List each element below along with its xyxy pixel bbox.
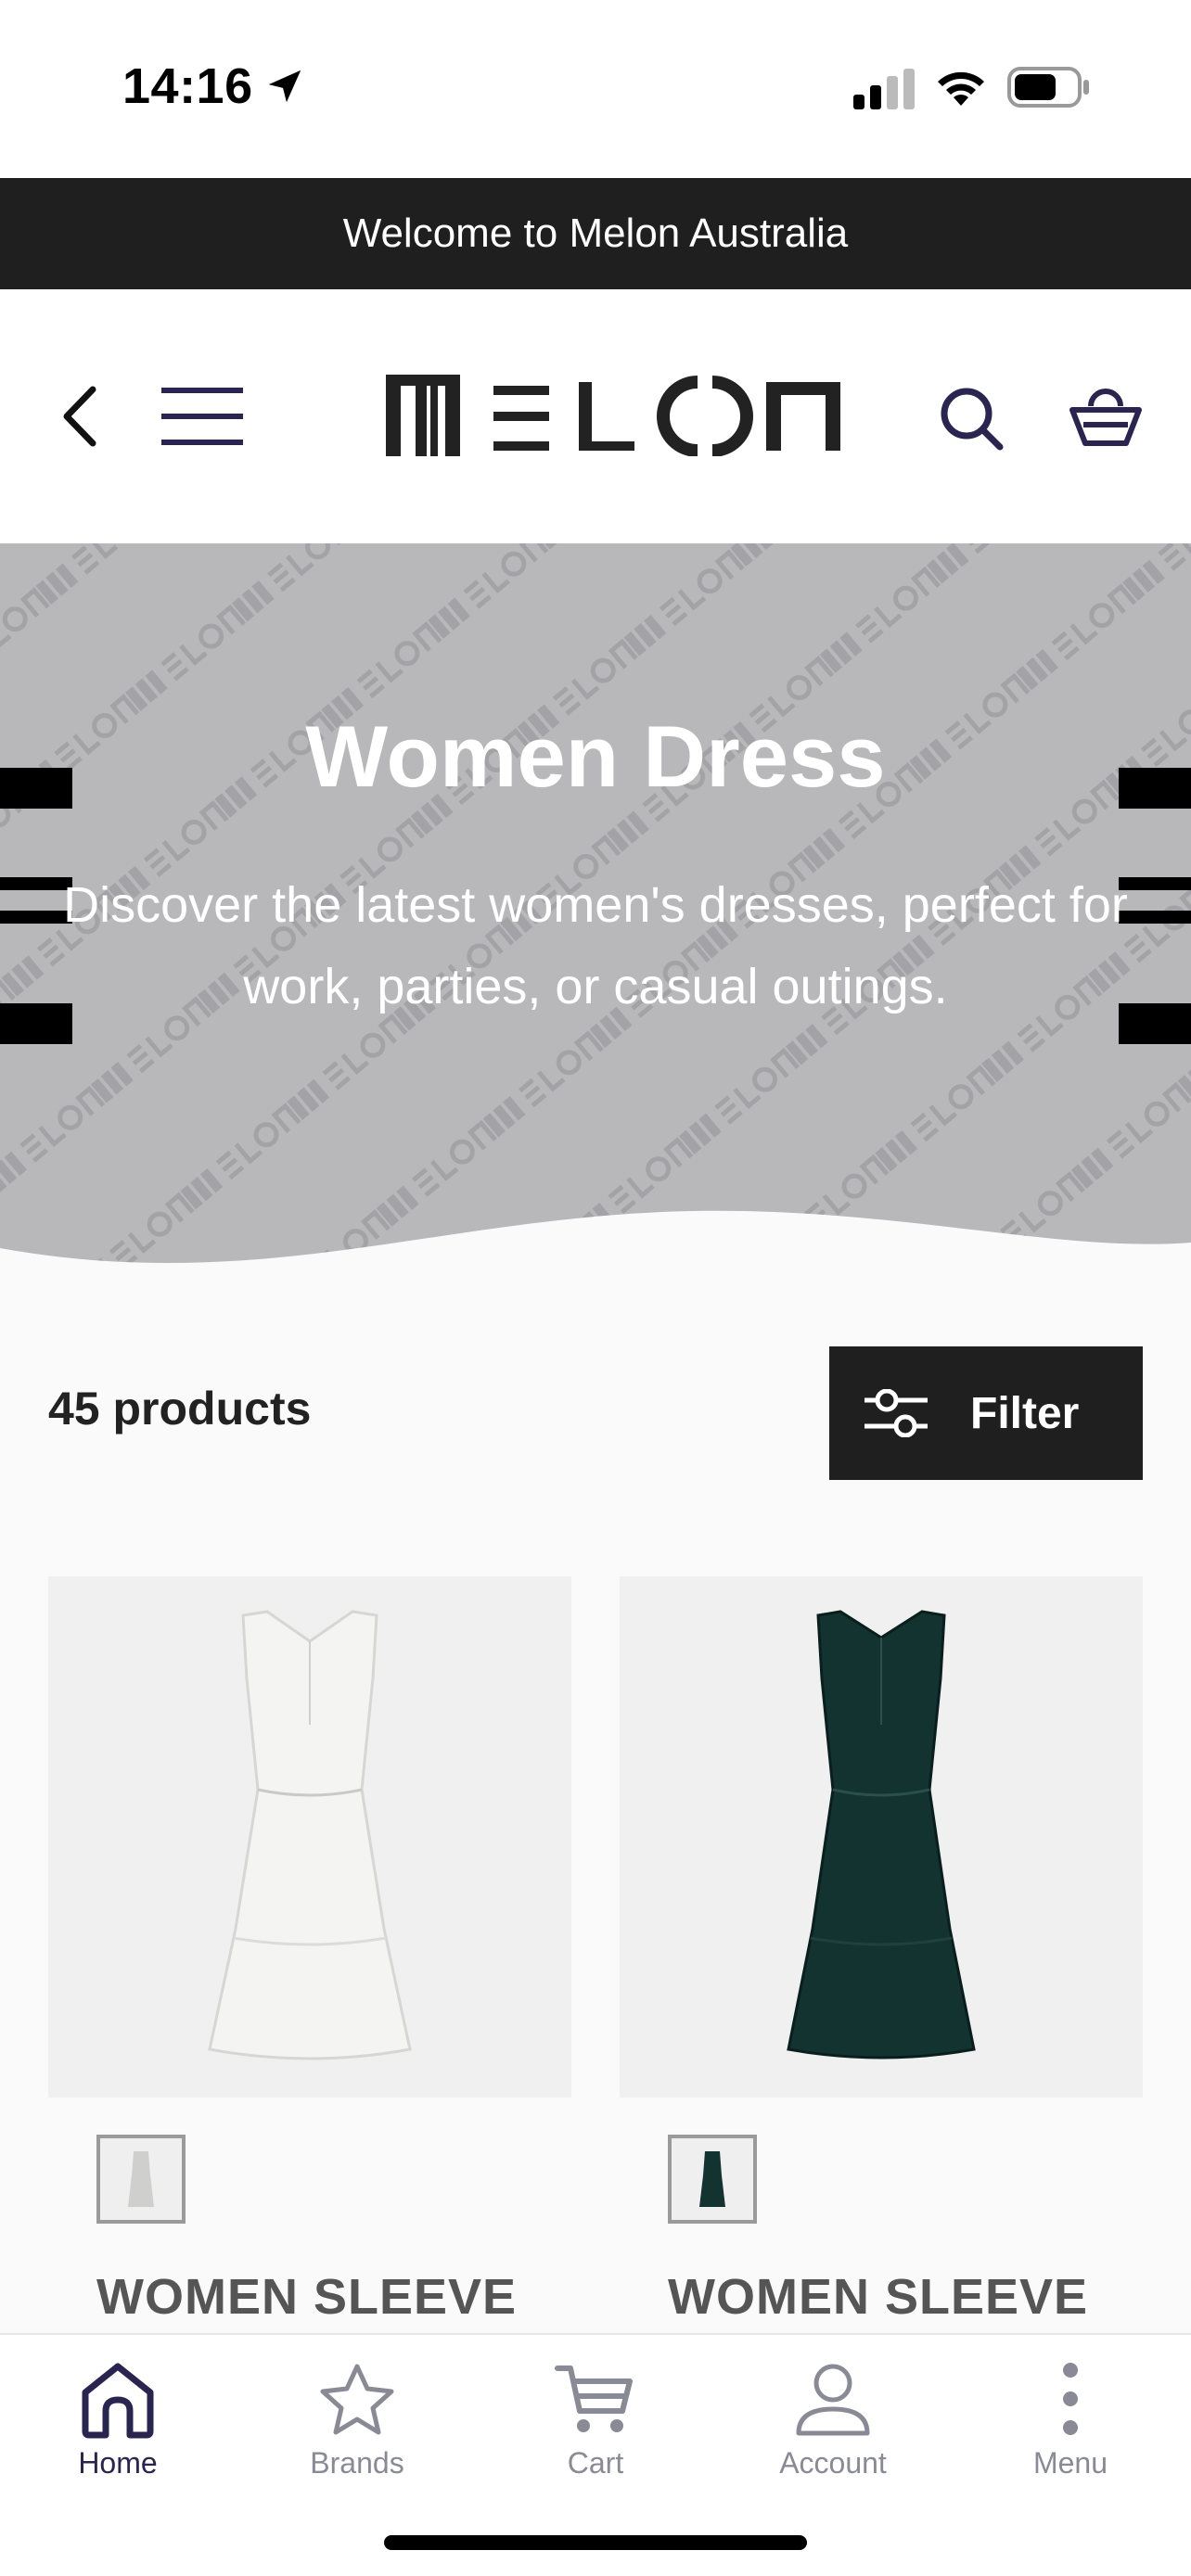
menu-dots-icon — [1063, 2363, 1078, 2435]
cellular-signal-icon — [853, 69, 915, 109]
tab-label: Home — [78, 2446, 158, 2480]
star-icon — [320, 2364, 394, 2435]
white-dress-illustration — [208, 1610, 412, 2060]
search-icon[interactable] — [937, 384, 1005, 453]
basket-icon[interactable] — [1069, 384, 1143, 449]
status-time: 14:16 — [122, 58, 253, 114]
tab-account[interactable]: Account — [731, 2359, 935, 2480]
tab-label: Account — [779, 2446, 887, 2480]
color-swatch[interactable] — [96, 2135, 186, 2224]
home-indicator[interactable] — [384, 2535, 807, 2550]
swatch-thumbnail — [128, 2151, 154, 2207]
collection-hero: Women Dress Discover the latest women's … — [0, 543, 1191, 1276]
tab-home[interactable]: Home — [16, 2359, 220, 2480]
status-bar: 14:16 — [0, 0, 1191, 178]
cart-icon — [555, 2366, 633, 2432]
tab-brands[interactable]: Brands — [255, 2359, 459, 2480]
product-count: 45 products — [48, 1383, 312, 1435]
collection-description: Discover the latest women's dresses, per… — [63, 877, 1128, 1014]
tab-label: Brands — [310, 2446, 404, 2480]
hero-wave-divider — [0, 1210, 1191, 1289]
back-icon[interactable] — [56, 384, 102, 449]
battery-icon — [1007, 67, 1089, 108]
filter-button[interactable]: Filter — [829, 1346, 1143, 1480]
tab-label: Cart — [567, 2446, 624, 2480]
product-title[interactable]: WOMEN SLEEVE — [668, 2268, 1088, 2326]
color-swatch[interactable] — [668, 2135, 757, 2224]
dark-green-dress-illustration — [787, 1610, 976, 2060]
collection-title: Women Dress — [305, 708, 886, 805]
tab-label: Menu — [1032, 2446, 1108, 2480]
tab-cart[interactable]: Cart — [493, 2359, 698, 2480]
product-image[interactable] — [620, 1576, 1143, 2098]
filter-label: Filter — [970, 1388, 1080, 1438]
account-icon — [796, 2364, 870, 2436]
hamburger-menu-icon[interactable] — [161, 388, 243, 445]
melon-logo[interactable] — [386, 375, 840, 456]
home-icon — [82, 2363, 154, 2439]
wifi-icon — [938, 71, 984, 106]
location-arrow-icon — [268, 70, 301, 103]
product-title[interactable]: WOMEN SLEEVE — [96, 2268, 517, 2326]
announcement-bar: Welcome to Melon Australia — [0, 178, 1191, 289]
product-image[interactable] — [48, 1576, 571, 2098]
filter-sliders-icon — [864, 1389, 928, 1437]
tab-menu[interactable]: Menu — [968, 2359, 1172, 2480]
swatch-thumbnail — [699, 2151, 725, 2207]
